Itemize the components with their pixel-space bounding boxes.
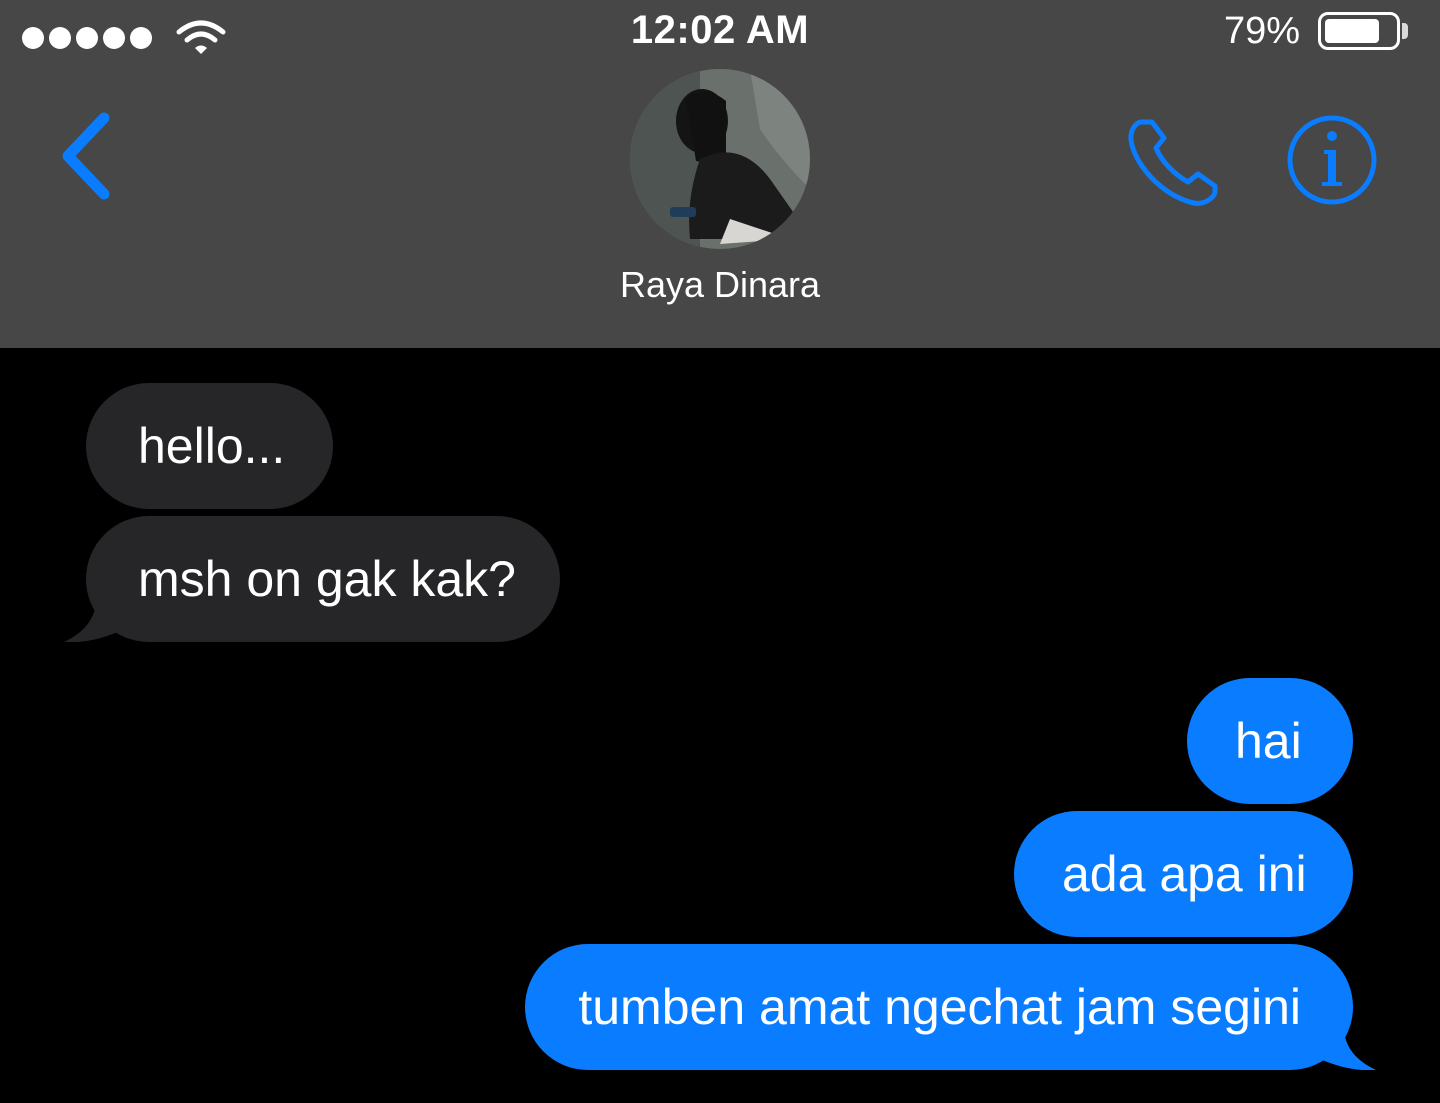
outgoing-message-bubble[interactable]: hai: [1187, 678, 1353, 804]
incoming-message-bubble[interactable]: msh on gak kak?: [86, 516, 560, 642]
battery-level-fill: [1325, 19, 1379, 43]
conversation-header: 12:02 AM 79% Raya Dinara: [0, 0, 1440, 348]
back-button[interactable]: [48, 104, 128, 208]
message-text: msh on gak kak?: [138, 551, 516, 607]
outgoing-message-bubble[interactable]: tumben amat ngechat jam segini: [525, 944, 1353, 1070]
avatar-photo: [630, 69, 810, 249]
outgoing-message-bubble[interactable]: ada apa ini: [1014, 811, 1353, 937]
message-text: tumben amat ngechat jam segini: [578, 979, 1301, 1035]
incoming-message-bubble[interactable]: hello...: [86, 383, 333, 509]
message-text: ada apa ini: [1062, 846, 1307, 902]
chevron-left-icon: [62, 112, 110, 200]
battery-cap: [1402, 23, 1408, 39]
info-button[interactable]: [1284, 112, 1380, 208]
incoming-bubble-tail: [64, 602, 122, 642]
battery-percentage: 79%: [1223, 10, 1300, 52]
status-bar: 12:02 AM 79%: [0, 0, 1440, 70]
battery-icon: [1318, 12, 1400, 50]
call-button[interactable]: [1122, 110, 1226, 214]
contact-avatar[interactable]: [630, 69, 810, 249]
message-text: hai: [1235, 713, 1302, 769]
contact-name[interactable]: Raya Dinara: [0, 264, 1440, 306]
outgoing-bubble-tail: [1318, 1030, 1376, 1070]
message-text: hello...: [138, 418, 286, 474]
phone-icon: [1128, 119, 1218, 206]
